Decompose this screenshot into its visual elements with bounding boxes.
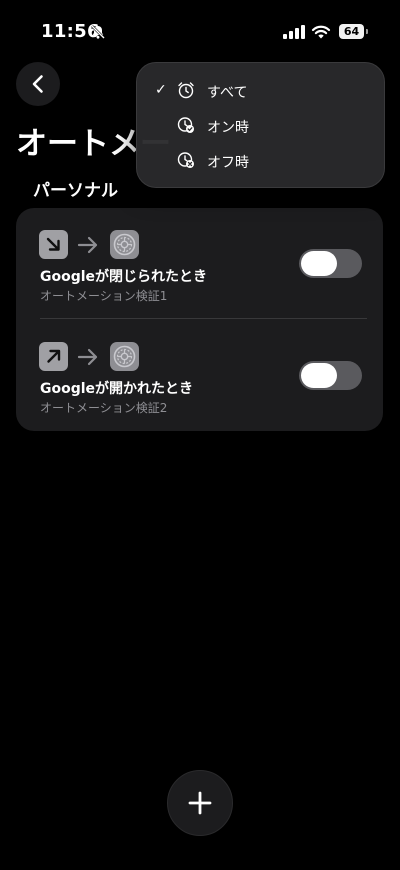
battery-tip (366, 29, 368, 34)
menu-item-off[interactable]: オフ時 (137, 143, 384, 177)
status-bar: 11:56 64 (0, 0, 400, 60)
toggle-knob (301, 363, 337, 388)
menu-item-label: オン時 (207, 120, 249, 136)
add-button[interactable] (167, 770, 233, 836)
arrow-right-icon (77, 236, 98, 254)
automation-row[interactable]: Googleが開かれたとき オートメーション検証2 (16, 320, 383, 430)
automation-row[interactable]: Googleが閉じられたとき オートメーション検証1 (16, 208, 383, 318)
menu-item-label: オフ時 (207, 155, 249, 171)
clock-check-icon (177, 117, 194, 133)
wifi-icon (311, 25, 331, 39)
filter-menu: ✓ すべて オン時 オフ時 (136, 62, 385, 188)
automation-subtitle: オートメーション検証1 (40, 289, 168, 303)
automation-subtitle: オートメーション検証2 (40, 401, 168, 415)
clock-x-icon (177, 152, 194, 168)
battery-icon: 64 (339, 24, 364, 39)
menu-item-all[interactable]: ✓ すべて (137, 73, 384, 107)
alarm-clock-icon (178, 82, 194, 99)
automation-toggle[interactable] (299, 249, 362, 278)
back-button[interactable] (16, 62, 60, 106)
menu-item-label: すべて (207, 85, 248, 101)
automation-title: Googleが開かれたとき (40, 381, 194, 397)
section-header: パーソナル (33, 181, 118, 201)
divider (40, 318, 367, 319)
arrow-down-right-icon (39, 230, 68, 259)
plus-icon (188, 791, 212, 815)
arrow-up-right-icon (39, 342, 68, 371)
settings-icon (110, 230, 139, 259)
settings-icon (110, 342, 139, 371)
signal-icon (283, 25, 305, 39)
checkmark-icon: ✓ (155, 82, 167, 98)
arrow-right-icon (77, 348, 98, 366)
chevron-left-icon (32, 75, 43, 93)
bell-off-icon (91, 25, 105, 39)
automation-title: Googleが閉じられたとき (40, 269, 208, 285)
toggle-knob (301, 251, 337, 276)
automation-list-card: Googleが閉じられたとき オートメーション検証1 Googleが開かれたとき… (16, 208, 383, 431)
automation-toggle[interactable] (299, 361, 362, 390)
menu-item-on[interactable]: オン時 (137, 108, 384, 142)
